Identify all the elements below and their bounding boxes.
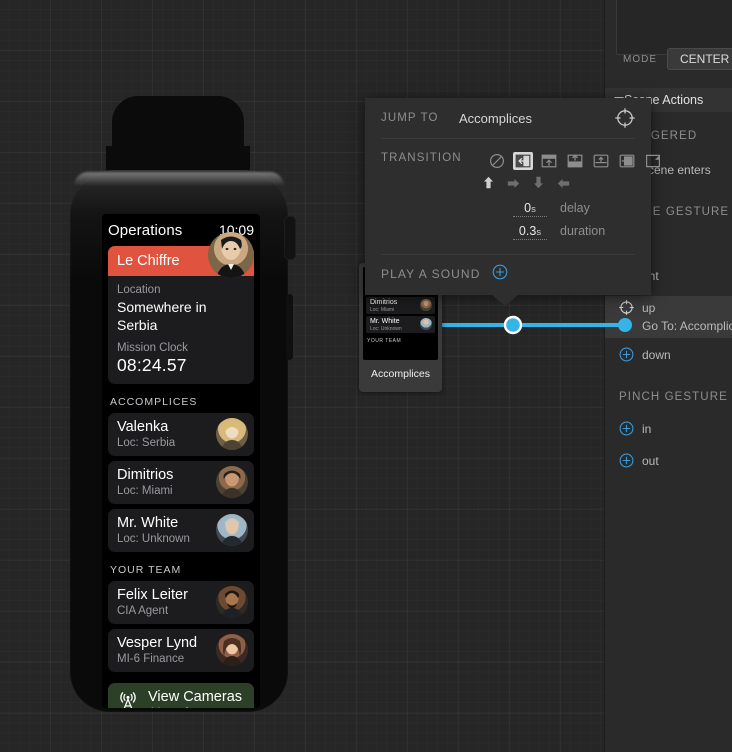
jump-to-row[interactable]: JUMP TO Accomplices [365, 98, 651, 138]
none-icon[interactable] [487, 152, 507, 170]
list-item[interactable]: Felix Leiter CIA Agent [108, 581, 254, 624]
target-card[interactable]: Le Chiffre Location Somewhere in Serbia … [108, 232, 254, 384]
camera-subtitle: 4 Locations [148, 706, 242, 708]
watch-side-button[interactable] [286, 294, 293, 360]
screen-title: Operations [108, 222, 183, 239]
transition-label: TRANSITION [381, 152, 462, 164]
sidebar-item-pinch-out[interactable]: out [619, 453, 659, 468]
list-item[interactable]: Valenka Loc: Serbia [108, 413, 254, 456]
arrow-up-icon[interactable] [483, 176, 494, 194]
plus-circle-icon[interactable] [619, 421, 634, 436]
transition-icon-group[interactable] [487, 152, 663, 170]
editor-canvas[interactable]: Operations 10:09 Le Chiffre Location Som… [0, 0, 732, 752]
direction-arrow-group[interactable] [483, 176, 651, 194]
mode-label: MODE [623, 53, 657, 65]
push-icon[interactable] [513, 152, 533, 170]
delay-row[interactable]: 0s delay [513, 201, 651, 217]
group-pinch-gesture: PINCH GESTURE [619, 391, 728, 403]
location-label: Location [117, 284, 161, 296]
pinch-in-label: in [642, 421, 652, 436]
mission-clock-value: 08:24.57 [117, 355, 187, 375]
duration-value: 0.3 [518, 224, 537, 238]
mode-row: MODE CENTER [605, 44, 732, 74]
sidebar-item-swipe-down[interactable]: down [619, 347, 671, 362]
mode-select[interactable]: CENTER [667, 48, 732, 70]
swipe-up-action-label: Go To: Accomplices [642, 319, 732, 333]
plus-circle-icon[interactable] [492, 264, 508, 285]
avatar-vesper-lynd [216, 634, 248, 666]
target-details: Location Somewhere in Serbia Mission Clo… [108, 276, 254, 384]
digital-crown[interactable] [284, 216, 296, 260]
uncover-icon[interactable] [565, 152, 585, 170]
transition-row: TRANSITION [365, 139, 660, 170]
avatar-le-chiffre [208, 232, 254, 278]
arrow-right-icon[interactable] [507, 176, 520, 194]
plus-circle-icon[interactable] [619, 347, 634, 362]
apple-watch-preview[interactable]: Operations 10:09 Le Chiffre Location Som… [68, 96, 296, 712]
play-a-sound-row[interactable]: PLAY A SOUND [365, 255, 651, 293]
avatar-dimitrios [216, 466, 248, 498]
jump-to-label: JUMP TO [381, 112, 439, 124]
avatar-dimitrios [420, 299, 432, 311]
sidebar-item-swipe-up-action[interactable]: Go To: Accomplices [642, 319, 732, 333]
pinch-out-label: out [642, 453, 659, 468]
broadcast-tower-icon [117, 691, 139, 708]
location-value: Somewhere in Serbia [117, 299, 207, 333]
avatar-felix-leiter [216, 586, 248, 618]
crosshair-icon[interactable] [615, 108, 635, 128]
sidebar-item-pinch-in[interactable]: in [619, 421, 651, 436]
duration-label: duration [560, 224, 606, 238]
transition-popover[interactable]: JUMP TO Accomplices TRANSITION 0s delay … [365, 98, 660, 306]
flip-icon[interactable] [617, 152, 637, 170]
delay-field[interactable]: 0s [513, 201, 547, 217]
page-curl-icon[interactable] [643, 152, 663, 170]
delay-label: delay [560, 201, 590, 215]
delay-unit: s [531, 204, 536, 215]
mini-list-item: Mr. White Loc: Unknown [366, 316, 435, 333]
mini-list-item: Dimitrios Loc: Miami [366, 297, 435, 314]
duration-unit: s [536, 227, 542, 238]
camera-title: View Cameras [148, 689, 243, 705]
watch-bezel-shine [74, 172, 284, 186]
section-header-accomplices: ACCOMPLICES [110, 396, 198, 408]
arrow-left-icon[interactable] [557, 176, 570, 194]
arrow-down-icon[interactable] [533, 176, 544, 194]
crosshair-icon[interactable] [619, 300, 634, 315]
wire-node-mid [503, 315, 523, 335]
view-cameras-button[interactable]: View Cameras 4 Locations [108, 683, 254, 708]
swipe-up-label: up [642, 300, 656, 315]
reveal-icon[interactable] [591, 152, 611, 170]
swipe-down-label: down [642, 347, 671, 362]
avatar-mr-white [216, 514, 248, 546]
cover-icon[interactable] [539, 152, 559, 170]
duration-row[interactable]: 0.3s duration [513, 224, 651, 240]
watch-screen[interactable]: Operations 10:09 Le Chiffre Location Som… [102, 214, 260, 708]
avatar-valenka [216, 418, 248, 450]
duration-field[interactable]: 0.3s [513, 224, 547, 240]
list-item[interactable]: Dimitrios Loc: Miami [108, 461, 254, 504]
play-a-sound-label: PLAY A SOUND [381, 267, 481, 281]
jump-to-value[interactable]: Accomplices [459, 111, 532, 126]
list-item[interactable]: Vesper Lynd MI-6 Finance [108, 629, 254, 672]
mission-clock-label: Mission Clock [117, 342, 188, 354]
mini-section-header-team: YOUR TEAM [367, 338, 402, 344]
avatar-mr-white [420, 318, 432, 330]
plus-circle-icon[interactable] [619, 453, 634, 468]
section-header-your-team: YOUR TEAM [110, 564, 182, 576]
sidebar-item-swipe-up[interactable]: up [619, 300, 655, 315]
scene-card-label: Accomplices [371, 368, 430, 380]
list-item[interactable]: Mr. White Loc: Unknown [108, 509, 254, 552]
